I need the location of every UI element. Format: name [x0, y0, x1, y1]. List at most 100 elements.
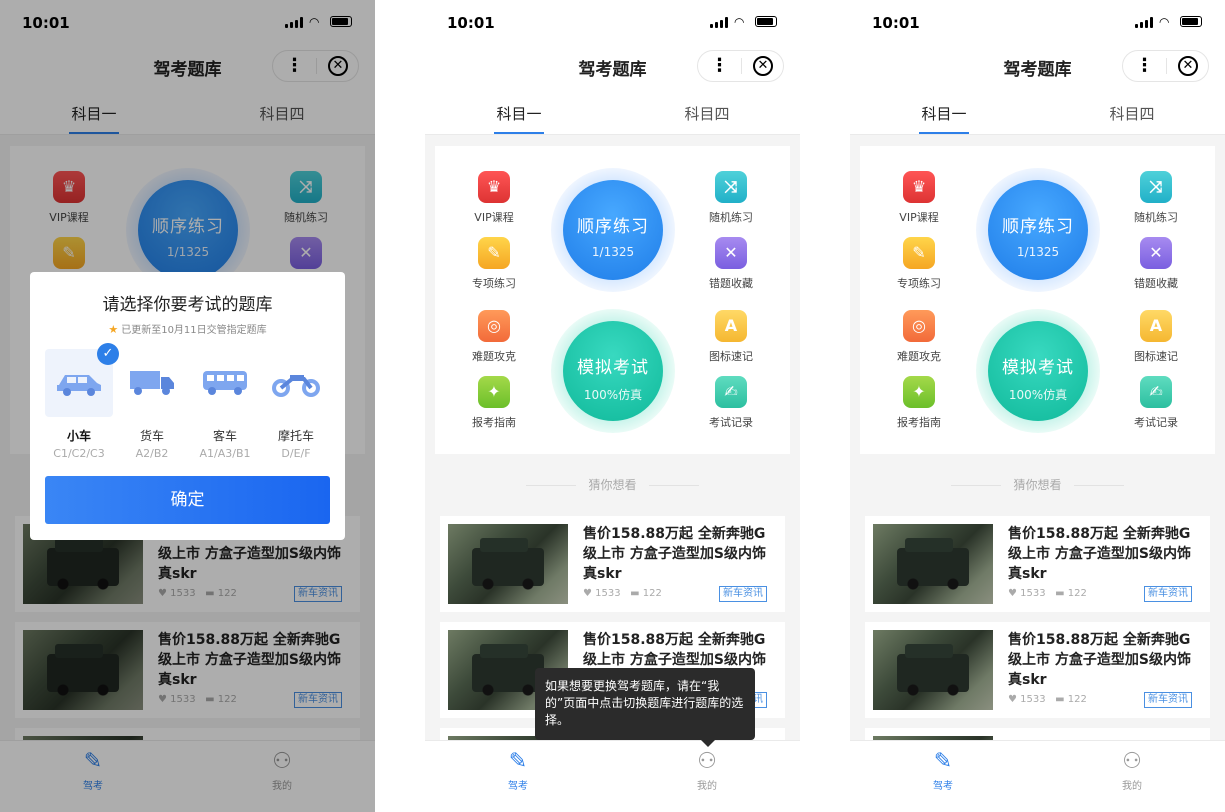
status-bar: 10:01 ◠	[850, 0, 1225, 44]
dialog-subtitle: ★ 已更新至10月11日交管指定题库	[30, 321, 345, 336]
random-practice-button[interactable]: ⤨ 随机练习	[1116, 171, 1196, 225]
vip-course-label: VIP课程	[474, 211, 514, 224]
tab-indicator	[919, 132, 969, 134]
sign-memo-label: 图标速记	[1134, 350, 1178, 363]
news-comments: 122	[642, 588, 662, 599]
exam-record-button[interactable]: ✍ 考试记录	[691, 376, 771, 430]
mock-exam-subtitle: 100%仿真	[1008, 388, 1068, 402]
status-icons: ◠	[1135, 15, 1205, 29]
mini-program-capsule: ⋮ ✕	[1122, 50, 1209, 82]
vehicle-option-car[interactable]: ✓ 小车 C1/C2/C3	[44, 343, 119, 460]
vip-course-button[interactable]: ♛ VIP课程	[454, 171, 534, 225]
suv-image	[897, 644, 969, 696]
random-practice-button[interactable]: ⤨ 随机练习	[691, 171, 771, 225]
order-practice-circle: 顺序练习 1/1325	[988, 180, 1088, 280]
news-thumbnail	[873, 524, 993, 604]
exam-edit-icon: ✎	[933, 749, 953, 774]
exam-record-button[interactable]: ✍ 考试记录	[1116, 376, 1196, 430]
capsule-divider	[741, 58, 742, 74]
comment-icon: ▬	[1055, 588, 1065, 599]
sign-memo-button[interactable]: A 图标速记	[691, 310, 771, 364]
order-practice-button[interactable]: 顺序练习 1/1325	[976, 168, 1100, 292]
vehicle-code: A2/B2	[135, 447, 169, 460]
close-icon[interactable]: ✕	[1178, 56, 1198, 76]
heart-icon: ♥	[1008, 694, 1017, 705]
tab-subject-four[interactable]: 科目四	[1072, 103, 1192, 124]
compass-icon: ✦	[478, 376, 510, 408]
status-icons: ◠	[710, 15, 780, 29]
target-icon: ◎	[478, 310, 510, 342]
news-item[interactable]: 售价158.88万起 全新奔驰G级上市 方盒子造型加S级内饰真skr ♥ 153…	[440, 516, 785, 612]
tabbar-mine-label: 我的	[1122, 781, 1142, 792]
tab-subject-four[interactable]: 科目四	[647, 103, 767, 124]
confirm-button[interactable]: 确定	[45, 476, 330, 524]
tabbar-mine[interactable]: ⚇ 我的	[667, 749, 747, 792]
heart-icon: ♥	[1008, 588, 1017, 599]
news-item[interactable]: 售价158.88万起 全新奔驰G级上市 方盒子造型加S级内饰真skr ♥ 153…	[865, 622, 1210, 718]
subject-tabs: 科目一 科目四	[850, 88, 1225, 135]
subject-tabs: 科目一 科目四	[425, 88, 800, 135]
tabbar-drive-label: 驾考	[933, 781, 953, 792]
vehicle-card	[262, 349, 330, 417]
signal-icon	[710, 17, 728, 28]
tabbar-mine[interactable]: ⚇ 我的	[1092, 749, 1172, 792]
function-card: ♛ VIP课程 ✎ 专项练习 ◎ 难题攻克 ✦ 报考指南 ⤨ 随机练习 ✕ 错题…	[435, 146, 790, 454]
target-icon: ◎	[903, 310, 935, 342]
news-item[interactable]: 售价158.88万起 全新奔驰G级上市 方盒子造型加S级内饰真skr ♥ 153…	[865, 516, 1210, 612]
question-bank-dialog: 请选择你要考试的题库 ★ 已更新至10月11日交管指定题库 ✓ 小车 C1/C2/…	[30, 272, 345, 540]
tabbar-drive[interactable]: ✎ 驾考	[478, 749, 558, 792]
sign-icon: A	[715, 310, 747, 342]
motorcycle-icon	[272, 375, 320, 397]
sign-memo-button[interactable]: A 图标速记	[1116, 310, 1196, 364]
news-title: 售价158.88万起 全新奔驰G级上市 方盒子造型加S级内饰真skr	[583, 526, 766, 582]
status-bar: 10:01 ◠	[425, 0, 800, 44]
vehicle-code: D/E/F	[281, 447, 311, 460]
pin-icon: ✎	[903, 237, 935, 269]
vehicle-option-bus[interactable]: 客车 A1/A3/B1	[190, 349, 260, 460]
bus-icon	[203, 371, 247, 395]
wrong-collection-button[interactable]: ✕ 错题收藏	[1116, 237, 1196, 291]
news-meta: ♥ 1533 ▬ 122	[1008, 588, 1087, 599]
heart-icon: ♥	[583, 588, 592, 599]
mock-exam-subtitle: 100%仿真	[583, 388, 643, 402]
order-practice-button[interactable]: 顺序练习 1/1325	[551, 168, 675, 292]
wrong-collection-button[interactable]: ✕ 错题收藏	[691, 237, 771, 291]
record-icon: ✍	[1140, 376, 1172, 408]
mini-program-capsule: ⋮ ✕	[697, 50, 784, 82]
tab-subject-one[interactable]: 科目一	[884, 103, 1004, 124]
bottom-tab-bar: ✎ 驾考 ⚇ 我的	[425, 740, 800, 812]
hard-questions-button[interactable]: ◎ 难题攻克	[879, 310, 959, 364]
hard-questions-button[interactable]: ◎ 难题攻克	[454, 310, 534, 364]
exam-guide-button[interactable]: ✦ 报考指南	[454, 376, 534, 430]
vehicle-option-truck[interactable]: 货车 A2/B2	[117, 349, 187, 460]
pin-icon: ✎	[478, 237, 510, 269]
special-practice-button[interactable]: ✎ 专项练习	[879, 237, 959, 291]
special-practice-button[interactable]: ✎ 专项练习	[454, 237, 534, 291]
guess-section-title: 猜你想看	[850, 476, 1225, 493]
hard-questions-label: 难题攻克	[472, 350, 516, 363]
news-likes: 1533	[595, 588, 621, 599]
mock-exam-button[interactable]: 模拟考试 100%仿真	[976, 309, 1100, 433]
status-time: 10:01	[872, 14, 920, 32]
wifi-icon: ◠	[1159, 15, 1170, 29]
news-thumbnail	[448, 524, 568, 604]
suv-image	[472, 644, 544, 696]
vehicle-option-motorcycle[interactable]: 摩托车 D/E/F	[261, 349, 331, 460]
vehicle-card	[191, 349, 259, 417]
tab-subject-one[interactable]: 科目一	[459, 103, 579, 124]
vehicle-name: 摩托车	[277, 429, 314, 443]
vip-course-button[interactable]: ♛ VIP课程	[879, 171, 959, 225]
more-icon[interactable]: ⋮	[1123, 51, 1166, 81]
more-icon[interactable]: ⋮	[698, 51, 741, 81]
exam-guide-button[interactable]: ✦ 报考指南	[879, 376, 959, 430]
close-icon[interactable]: ✕	[753, 56, 773, 76]
guess-section-title: 猜你想看	[425, 476, 800, 493]
tabbar-drive[interactable]: ✎ 驾考	[903, 749, 983, 792]
car-icon	[57, 375, 101, 396]
check-icon: ✓	[97, 343, 119, 365]
compass-icon: ✦	[903, 376, 935, 408]
comment-icon: ▬	[1055, 694, 1065, 705]
random-practice-label: 随机练习	[709, 211, 753, 224]
mock-exam-button[interactable]: 模拟考试 100%仿真	[551, 309, 675, 433]
phone-screen-default: 10:01 ◠ 驾考题库 ⋮ ✕ 科目一 科目四 ♛ VIP课程 ✎ 专项练习 …	[850, 0, 1225, 812]
